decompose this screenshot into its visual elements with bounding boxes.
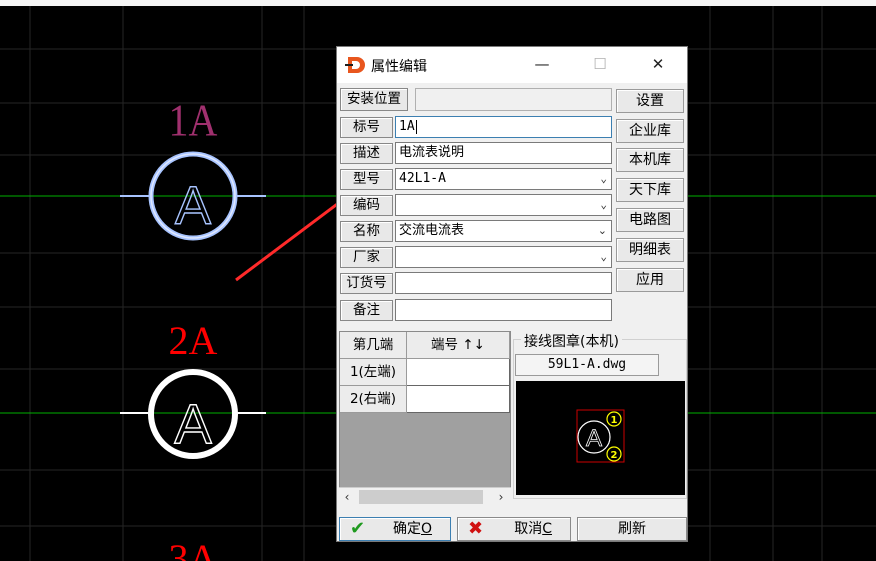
ok-accelerator: O (420, 521, 432, 537)
name-label-button[interactable]: 名称 (340, 221, 393, 242)
horizontal-scrollbar[interactable]: ‹ › (339, 487, 511, 506)
close-button[interactable]: ✕ (635, 47, 681, 83)
chevron-down-icon[interactable]: ⌄ (600, 195, 607, 215)
dialog-title: 属性编辑 (371, 59, 427, 75)
circuit-diagram-button[interactable]: 电路图 (616, 208, 684, 232)
tag-value: 1A (399, 119, 415, 134)
chevron-down-icon[interactable]: ⌄ (600, 247, 607, 267)
ok-text: 确定 (392, 521, 421, 537)
scroll-thumb[interactable] (359, 490, 483, 504)
table-cell-terminal-2[interactable] (407, 386, 510, 413)
install-location-field[interactable] (415, 88, 612, 111)
label-1a[interactable]: 1A (169, 96, 218, 146)
install-location-button[interactable]: 安装位置 (340, 88, 408, 111)
pin-label-1: 1 (611, 415, 618, 426)
model-combobox[interactable]: 42L1-A ⌄ (395, 168, 612, 190)
local-library-button[interactable]: 本机库 (616, 148, 684, 172)
description-label-button[interactable]: 描述 (340, 143, 393, 164)
model-value: 42L1-A (399, 171, 446, 186)
app-logo-icon (345, 57, 365, 73)
name-combobox[interactable]: 交流电流表 ⌄ (395, 220, 612, 242)
close-icon: ✖ (468, 518, 484, 539)
dwg-file-name[interactable]: 59L1-A.dwg (515, 354, 659, 376)
label-3a[interactable]: 3A (169, 536, 218, 561)
manufacturer-combobox[interactable]: ⌄ (395, 246, 612, 268)
cancel-label: 取消C (514, 518, 552, 540)
grid-header-end[interactable]: 第几端 (340, 332, 407, 359)
settings-button[interactable]: 设置 (616, 89, 684, 113)
cancel-button[interactable]: ✖ 取消C (457, 517, 571, 541)
refresh-button[interactable]: 刷新 (577, 517, 687, 541)
order-no-input[interactable] (395, 272, 612, 294)
wiring-stamp-preview[interactable]: A 1 2 (516, 381, 685, 495)
wiring-stamp-title: 接线图章(本机) (521, 331, 622, 351)
ok-button[interactable]: ✔ 确定O (339, 517, 451, 541)
chevron-down-icon[interactable]: ⌄ (598, 221, 607, 241)
check-icon: ✔ (350, 518, 366, 539)
remark-input[interactable] (395, 299, 612, 321)
grid-header-terminal-no[interactable]: 端号 ↑↓ (407, 332, 510, 359)
symbol-letter-1a: A (175, 176, 211, 236)
description-input[interactable]: 电流表说明 (395, 142, 612, 164)
detail-list-button[interactable]: 明细表 (616, 238, 684, 262)
apply-button[interactable]: 应用 (616, 268, 684, 292)
manufacturer-label-button[interactable]: 厂家 (340, 247, 393, 268)
text-caret (415, 119, 417, 134)
maximize-button[interactable]: ☐ (577, 47, 623, 83)
symbol-letter-2a: A (174, 392, 212, 455)
minimize-button[interactable]: — (519, 47, 565, 83)
label-2a[interactable]: 2A (169, 318, 218, 363)
table-row-end-2[interactable]: 2(右端) (340, 386, 407, 413)
public-library-button[interactable]: 天下库 (616, 178, 684, 202)
remark-label-button[interactable]: 备注 (340, 300, 393, 321)
cancel-text: 取消 (514, 521, 543, 537)
ok-label: 确定O (393, 518, 432, 540)
property-edit-dialog[interactable]: 属性编辑 — ☐ ✕ 安装位置 标号 1A 描述 电流表说明 型号 42L1-A… (336, 46, 688, 542)
code-combobox[interactable]: ⌄ (395, 194, 612, 216)
tag-input[interactable]: 1A (395, 116, 612, 138)
scroll-left-icon[interactable]: ‹ (339, 488, 355, 506)
terminal-grid[interactable]: 第几端 端号 ↑↓ 1(左端) 2(右端) (339, 331, 511, 505)
cancel-accelerator: C (542, 521, 552, 537)
code-label-button[interactable]: 编码 (340, 195, 393, 216)
name-value: 交流电流表 (399, 223, 465, 238)
preview-letter: A (586, 425, 602, 452)
enterprise-library-button[interactable]: 企业库 (616, 119, 684, 143)
chevron-down-icon[interactable]: ⌄ (600, 169, 607, 189)
order-no-label-button[interactable]: 订货号 (340, 273, 393, 294)
title-bar[interactable]: 属性编辑 — ☐ ✕ (337, 47, 687, 83)
tag-label-button[interactable]: 标号 (340, 117, 393, 138)
table-row-end-1[interactable]: 1(左端) (340, 359, 407, 386)
scroll-right-icon[interactable]: › (493, 488, 509, 506)
model-label-button[interactable]: 型号 (340, 169, 393, 190)
table-cell-terminal-1[interactable] (407, 359, 510, 386)
pin-label-2: 2 (611, 450, 618, 461)
